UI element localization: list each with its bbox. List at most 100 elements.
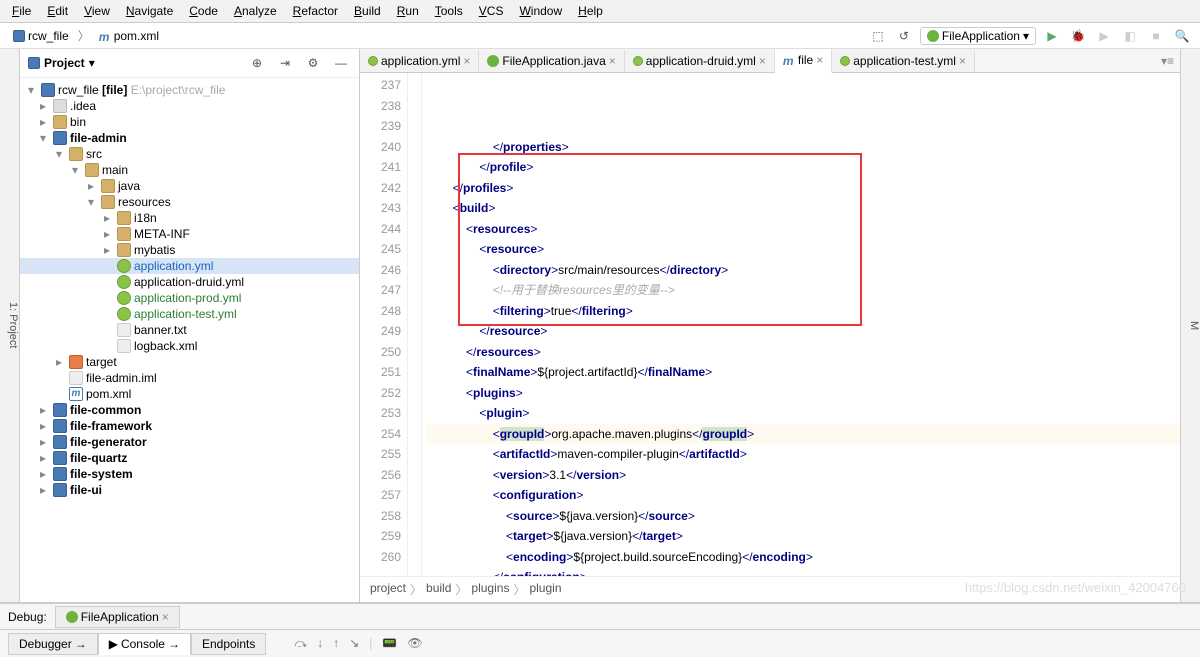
debug-session-tab[interactable]: FileApplication × — [55, 606, 180, 628]
editor-crumb[interactable]: project — [370, 581, 406, 598]
code-line[interactable]: <target>${java.version}</target> — [426, 526, 1180, 547]
tree-node[interactable]: ▸ bin — [20, 114, 359, 130]
tree-node[interactable]: ▾ src — [20, 146, 359, 162]
tree-node[interactable]: ▸ file-framework — [20, 418, 359, 434]
debug-button[interactable]: 🐞 — [1068, 26, 1088, 46]
step-over-icon[interactable]: ⤼ — [294, 636, 307, 651]
sync-icon[interactable]: ↺ — [894, 26, 914, 46]
run-button[interactable]: ▶ — [1042, 26, 1062, 46]
menu-analyze[interactable]: Analyze — [226, 2, 285, 20]
code-line[interactable]: </resources> — [426, 342, 1180, 363]
step-out-icon[interactable]: ↑ — [333, 636, 339, 651]
editor-crumb[interactable]: plugin — [529, 581, 561, 598]
tree-node[interactable]: file-admin.iml — [20, 370, 359, 386]
menu-vcs[interactable]: VCS — [471, 2, 512, 20]
code-line[interactable]: <finalName>${project.artifactId}</finalN… — [426, 362, 1180, 383]
tree-node[interactable]: ▸ file-ui — [20, 482, 359, 498]
code-line[interactable]: </configuration> — [426, 567, 1180, 576]
code-line[interactable]: <plugin> — [426, 403, 1180, 424]
close-icon[interactable]: × — [759, 54, 766, 68]
code-line[interactable]: <source>${java.version}</source> — [426, 506, 1180, 527]
build-icon[interactable]: ⬚ — [868, 26, 888, 46]
tree-node[interactable]: ▸ .idea — [20, 98, 359, 114]
tree-node[interactable]: application-test.yml — [20, 306, 359, 322]
scroll-from-source-icon[interactable]: ⊕ — [247, 53, 267, 73]
tree-node[interactable]: banner.txt — [20, 322, 359, 338]
menu-refactor[interactable]: Refactor — [285, 2, 346, 20]
tree-node[interactable]: ▸ i18n — [20, 210, 359, 226]
breadcrumb-item[interactable]: mpom.xml — [94, 27, 164, 45]
tree-node[interactable]: ▾ resources — [20, 194, 359, 210]
coverage-button[interactable]: ▶ — [1094, 26, 1114, 46]
run-config-selector[interactable]: FileApplication ▾ — [920, 27, 1036, 45]
profile-button[interactable]: ◧ — [1120, 26, 1140, 46]
tree-node[interactable]: application-druid.yml — [20, 274, 359, 290]
run-to-cursor-icon[interactable]: ↘ — [349, 636, 359, 651]
tree-node[interactable]: ▸ file-common — [20, 402, 359, 418]
menu-window[interactable]: Window — [511, 2, 570, 20]
menu-view[interactable]: View — [76, 2, 118, 20]
editor-crumb[interactable]: build — [426, 581, 451, 598]
evaluate-icon[interactable]: 📟 — [382, 636, 397, 651]
debug-panel-tab[interactable]: Endpoints — [191, 633, 266, 655]
menu-run[interactable]: Run — [389, 2, 427, 20]
project-tree[interactable]: ▾ rcw_file [file] E:\project\rcw_file▸ .… — [20, 78, 359, 602]
editor-tab[interactable]: application-druid.yml× — [625, 50, 775, 72]
close-icon[interactable]: × — [162, 610, 169, 624]
code-line[interactable]: <artifactId>maven-compiler-plugin</artif… — [426, 444, 1180, 465]
step-into-icon[interactable]: ↓ — [317, 636, 323, 651]
tree-node[interactable]: application-prod.yml — [20, 290, 359, 306]
hide-icon[interactable]: — — [331, 53, 351, 73]
close-icon[interactable]: × — [463, 54, 470, 68]
tab-list-icon[interactable]: ▾≡ — [1161, 54, 1174, 68]
debug-panel-tab[interactable]: Debugger → — [8, 633, 98, 655]
tree-node[interactable]: ▸ mybatis — [20, 242, 359, 258]
close-icon[interactable]: × — [959, 54, 966, 68]
tree-node[interactable]: logback.xml — [20, 338, 359, 354]
editor-tab[interactable]: application.yml× — [360, 50, 479, 72]
menu-edit[interactable]: Edit — [39, 2, 76, 20]
collapse-all-icon[interactable]: ⇥ — [275, 53, 295, 73]
code-line[interactable]: <configuration> — [426, 485, 1180, 506]
tree-node[interactable]: application.yml — [20, 258, 359, 274]
tree-node[interactable]: ▸ file-quartz — [20, 450, 359, 466]
menu-navigate[interactable]: Navigate — [118, 2, 181, 20]
search-icon[interactable]: 🔍 — [1172, 26, 1192, 46]
menu-build[interactable]: Build — [346, 2, 389, 20]
breadcrumb-item[interactable]: rcw_file — [8, 27, 74, 45]
tree-node[interactable]: ▸ META-INF — [20, 226, 359, 242]
watch-icon[interactable]: 👁 — [407, 636, 422, 651]
tree-node[interactable]: ▾ main — [20, 162, 359, 178]
line-numbers: 2372382392402412422432442452462472482492… — [360, 73, 408, 576]
gear-icon[interactable]: ⚙ — [303, 53, 323, 73]
editor-tab[interactable]: application-test.yml× — [832, 50, 975, 72]
module-icon — [41, 83, 55, 97]
tree-node[interactable]: ▾ rcw_file [file] E:\project\rcw_file — [20, 82, 359, 98]
code-line[interactable]: <plugins> — [426, 383, 1180, 404]
tree-node[interactable]: ▾ file-admin — [20, 130, 359, 146]
code-line[interactable]: <groupId>org.apache.maven.plugins</group… — [426, 424, 1180, 445]
menu-help[interactable]: Help — [570, 2, 611, 20]
fold-gutter[interactable] — [408, 73, 422, 576]
left-tool-stripe[interactable]: 1: Project — [0, 49, 20, 602]
chevron-down-icon[interactable]: ▾ — [89, 56, 95, 70]
menu-tools[interactable]: Tools — [427, 2, 471, 20]
stop-button[interactable]: ■ — [1146, 26, 1166, 46]
tree-node[interactable]: ▸ target — [20, 354, 359, 370]
code-line[interactable]: <encoding>${project.build.sourceEncoding… — [426, 547, 1180, 568]
right-tool-stripe[interactable]: M — [1180, 49, 1200, 602]
editor-crumb[interactable]: plugins — [471, 581, 509, 598]
close-icon[interactable]: × — [816, 53, 823, 67]
tree-node[interactable]: ▸ file-generator — [20, 434, 359, 450]
tree-node[interactable]: m pom.xml — [20, 386, 359, 402]
editor-tab[interactable]: FileApplication.java× — [479, 50, 624, 72]
menu-file[interactable]: File — [4, 2, 39, 20]
debug-panel-tab[interactable]: ▶ Console → — [98, 633, 191, 655]
menu-code[interactable]: Code — [181, 2, 226, 20]
tree-node[interactable]: ▸ file-system — [20, 466, 359, 482]
close-icon[interactable]: × — [609, 54, 616, 68]
tree-node[interactable]: ▸ java — [20, 178, 359, 194]
code-line[interactable]: <version>3.1</version> — [426, 465, 1180, 486]
editor-tab[interactable]: mfile× — [775, 49, 832, 73]
code-editor[interactable]: </properties> </profile> </profiles> <bu… — [422, 73, 1180, 576]
